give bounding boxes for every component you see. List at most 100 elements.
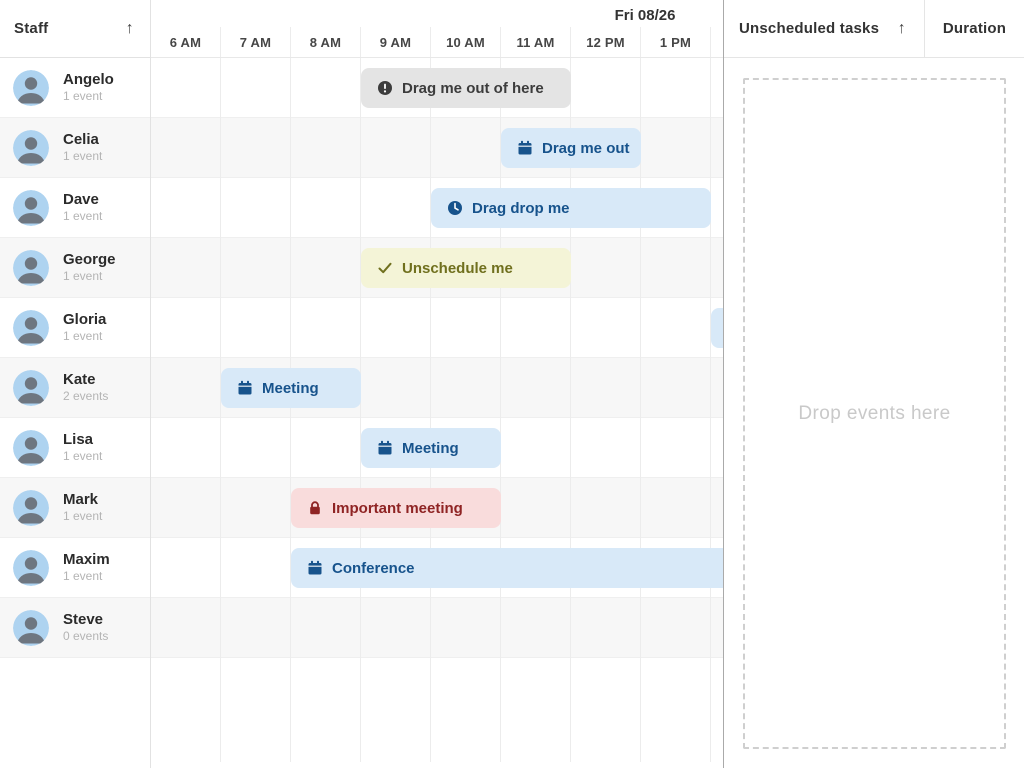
- date-header: Fri 08/26: [615, 7, 676, 24]
- staff-name: Lisa: [63, 431, 102, 450]
- grid-line: [290, 58, 291, 762]
- time-slot-label: 8 AM: [291, 27, 361, 57]
- event-drag-me-out-of-here[interactable]: Drag me out of here: [361, 68, 571, 108]
- staff-info: Angelo1 event: [63, 71, 114, 105]
- staff-name: George: [63, 251, 116, 270]
- grid-line: [710, 58, 711, 762]
- staff-info: Kate2 events: [63, 371, 108, 405]
- event-meeting[interactable]: Meeting: [361, 428, 501, 468]
- avatar: [13, 190, 49, 226]
- staff-info: Maxim1 event: [63, 551, 110, 585]
- calendar-icon: [237, 380, 253, 396]
- event-event[interactable]: [711, 308, 723, 348]
- staff-rows: Angelo1 eventCelia1 eventDave1 eventGeor…: [0, 58, 150, 658]
- timeline-body: Drag me out of here Drag me out Drag drop …: [151, 58, 723, 762]
- staff-row: Dave1 event: [0, 178, 150, 238]
- staff-column: Staff ↑ Angelo1 eventCelia1 eventDave1 e…: [0, 0, 151, 768]
- staff-info: Lisa1 event: [63, 431, 102, 465]
- staff-row: Kate2 events: [0, 358, 150, 418]
- staff-info: Mark1 event: [63, 491, 102, 525]
- event-label: Drag me out of here: [402, 80, 544, 97]
- avatar: [13, 370, 49, 406]
- scheduler-app: Staff ↑ Angelo1 eventCelia1 eventDave1 e…: [0, 0, 1024, 768]
- avatar: [13, 430, 49, 466]
- avatar: [13, 130, 49, 166]
- staff-event-count: 1 event: [63, 149, 102, 164]
- time-slot-label: 6 AM: [151, 27, 221, 57]
- time-slot-label: 10 AM: [431, 27, 501, 57]
- clock-icon: [447, 200, 463, 216]
- avatar: [13, 70, 49, 106]
- check-icon: [377, 260, 393, 276]
- duration-header: Duration: [925, 0, 1024, 57]
- timeline-row: [151, 298, 723, 358]
- time-slot-label: 9 AM: [361, 27, 431, 57]
- event-label: Drag drop me: [472, 200, 570, 217]
- avatar: [13, 250, 49, 286]
- dropzone[interactable]: Drop events here: [743, 78, 1006, 749]
- event-drag-me-out[interactable]: Drag me out: [501, 128, 641, 168]
- lock-icon: [307, 500, 323, 516]
- time-slot-label: 1 PM: [641, 27, 711, 57]
- event-meeting[interactable]: Meeting: [221, 368, 361, 408]
- calendar-icon: [377, 440, 393, 456]
- staff-event-count: 1 event: [63, 509, 102, 524]
- staff-event-count: 2 events: [63, 389, 108, 404]
- staff-info: Celia1 event: [63, 131, 102, 165]
- event-label: Important meeting: [332, 500, 463, 517]
- staff-row: Angelo1 event: [0, 58, 150, 118]
- event-important-meeting[interactable]: Important meeting: [291, 488, 501, 528]
- staff-event-count: 0 events: [63, 629, 108, 644]
- staff-row: Steve0 events: [0, 598, 150, 658]
- staff-header-label: Staff: [14, 20, 48, 37]
- unscheduled-tasks-label: Unscheduled tasks: [739, 20, 879, 37]
- grid-line: [220, 58, 221, 762]
- staff-name: Steve: [63, 611, 108, 630]
- event-label: Meeting: [402, 440, 459, 457]
- time-slot-row: 6 AM7 AM8 AM9 AM10 AM11 AM12 PM1 PM: [151, 27, 711, 57]
- staff-row: Mark1 event: [0, 478, 150, 538]
- event-label: Conference: [332, 560, 415, 577]
- time-slot-label: 11 AM: [501, 27, 571, 57]
- staff-info: Dave1 event: [63, 191, 102, 225]
- staff-name: Gloria: [63, 311, 106, 330]
- staff-row: Lisa1 event: [0, 418, 150, 478]
- staff-name: Angelo: [63, 71, 114, 90]
- staff-column-header[interactable]: Staff ↑: [0, 0, 150, 58]
- avatar: [13, 310, 49, 346]
- event-conference[interactable]: Conference: [291, 548, 723, 588]
- avatar: [13, 490, 49, 526]
- staff-name: Maxim: [63, 551, 110, 570]
- timeline-header: Fri 08/26 6 AM7 AM8 AM9 AM10 AM11 AM12 P…: [151, 0, 723, 58]
- exclamation-circle-icon: [377, 80, 393, 96]
- staff-event-count: 1 event: [63, 209, 102, 224]
- grid-line: [360, 58, 361, 762]
- timeline: Fri 08/26 6 AM7 AM8 AM9 AM10 AM11 AM12 P…: [151, 0, 723, 768]
- event-label: Drag me out: [542, 140, 630, 157]
- arrow-up-icon: ↑: [898, 20, 906, 38]
- grid-line: [500, 58, 501, 762]
- staff-row: Gloria1 event: [0, 298, 150, 358]
- staff-info: George1 event: [63, 251, 116, 285]
- unscheduled-tasks-header[interactable]: Unscheduled tasks ↑: [724, 0, 925, 57]
- event-unschedule-me[interactable]: Unschedule me: [361, 248, 571, 288]
- avatar: [13, 550, 49, 586]
- staff-name: Celia: [63, 131, 102, 150]
- timeline-row: [151, 598, 723, 658]
- grid-line: [430, 58, 431, 762]
- staff-info: Steve0 events: [63, 611, 108, 645]
- event-label: Unschedule me: [402, 260, 513, 277]
- calendar-icon: [517, 140, 533, 156]
- staff-event-count: 1 event: [63, 569, 110, 584]
- avatar: [13, 610, 49, 646]
- staff-name: Mark: [63, 491, 102, 510]
- staff-info: Gloria1 event: [63, 311, 106, 345]
- staff-name: Kate: [63, 371, 108, 390]
- arrow-up-icon: ↑: [126, 20, 134, 38]
- panel-header: Unscheduled tasks ↑ Duration: [724, 0, 1024, 58]
- staff-row: Celia1 event: [0, 118, 150, 178]
- unscheduled-tasks-panel: Unscheduled tasks ↑ Duration Drop events…: [723, 0, 1024, 768]
- time-slot-label: 12 PM: [571, 27, 641, 57]
- event-drag-drop-me[interactable]: Drag drop me: [431, 188, 711, 228]
- staff-event-count: 1 event: [63, 449, 102, 464]
